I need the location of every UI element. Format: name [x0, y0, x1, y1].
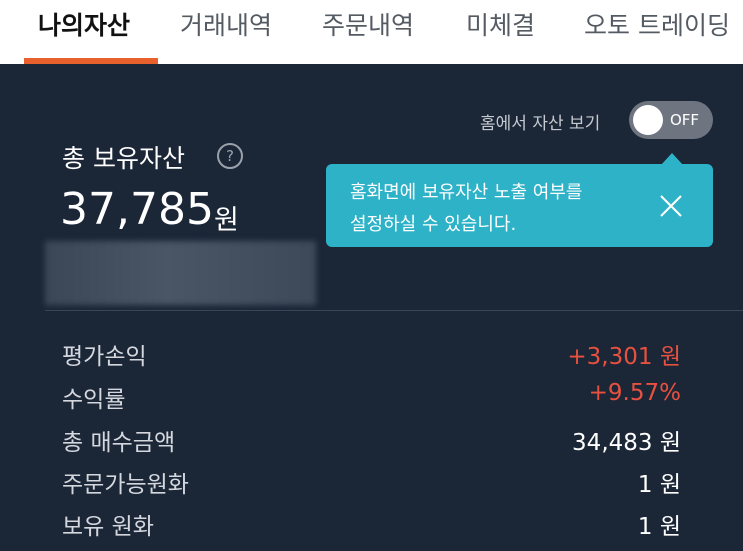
row-value-orderable-krw: 1 원 [637, 472, 681, 498]
total-assets-amount: 37,785 [60, 184, 214, 235]
row-value-total-purchase: 34,483 원 [572, 430, 681, 456]
total-assets-title: 총 보유자산 [62, 144, 185, 173]
tab-order-history[interactable]: 주문내역 [322, 6, 414, 42]
row-value-holding-krw: 1 원 [637, 514, 681, 540]
tooltip-text-line1: 홈화면에 보유자산 노출 여부를 [350, 182, 583, 203]
total-assets-unit: 원 [214, 205, 239, 236]
row-label-valuation-pl: 평가손익 [62, 344, 147, 370]
tab-auto-trading[interactable]: 오토 트레이딩 [584, 6, 730, 42]
row-label-total-purchase: 총 매수금액 [62, 430, 176, 456]
home-visibility-tooltip: 홈화면에 보유자산 노출 여부를 설정하실 수 있습니다. [326, 164, 713, 247]
row-value-valuation-pl: +3,301 원 [567, 344, 681, 370]
home-toggle-label: 홈에서 자산 보기 [480, 114, 601, 134]
row-label-holding-krw: 보유 원화 [62, 514, 154, 540]
tab-my-assets[interactable]: 나의자산 [38, 6, 130, 42]
row-label-orderable-krw: 주문가능원화 [62, 472, 189, 498]
active-tab-indicator [24, 58, 158, 64]
row-value-return-rate: +9.57% [588, 380, 681, 406]
divider [45, 310, 743, 311]
row-label-return-rate: 수익률 [62, 387, 126, 413]
blurred-region [45, 241, 316, 305]
tab-bar: 나의자산 거래내역 주문내역 미체결 오토 트레이딩 [0, 0, 743, 64]
toggle-state-text: OFF [670, 111, 700, 129]
toggle-knob [633, 105, 663, 135]
tab-unfilled[interactable]: 미체결 [466, 6, 535, 42]
tooltip-text-line2: 설정하실 수 있습니다. [350, 214, 517, 235]
help-icon[interactable]: ? [217, 143, 243, 169]
home-assets-toggle[interactable]: OFF [629, 101, 713, 139]
tab-transaction-history[interactable]: 거래내역 [180, 6, 272, 42]
close-icon[interactable] [657, 192, 685, 220]
